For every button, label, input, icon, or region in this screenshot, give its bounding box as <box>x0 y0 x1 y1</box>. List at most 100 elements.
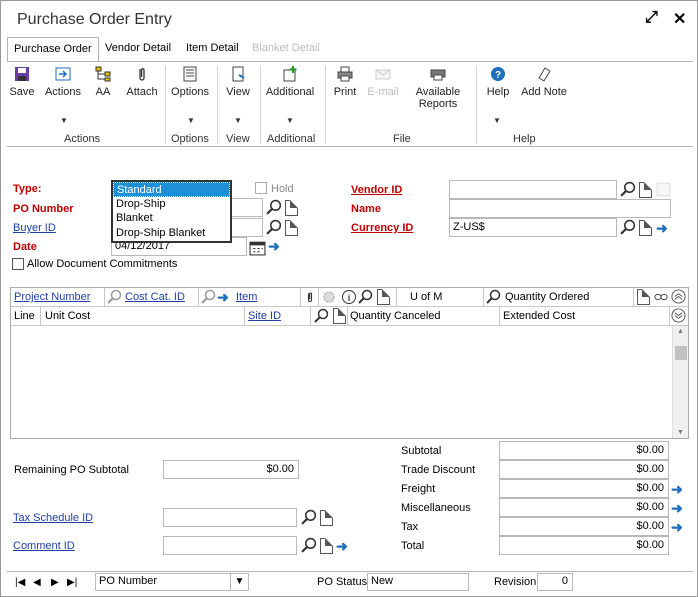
note-icon[interactable] <box>377 289 390 305</box>
vendor-name-field[interactable] <box>449 199 671 218</box>
freight-arrow-icon[interactable]: ➜ <box>671 481 687 497</box>
help-button[interactable]: ? Help <box>483 66 513 98</box>
comment-id-field[interactable] <box>163 536 297 555</box>
type-option-standard[interactable]: Standard <box>113 182 230 197</box>
lookup-icon[interactable] <box>358 289 374 305</box>
tax-schedule-id-link[interactable]: Tax Schedule ID <box>13 512 93 524</box>
note-icon[interactable] <box>285 200 298 216</box>
expand-icon[interactable]: ⤢ <box>645 9 658 27</box>
attach-button[interactable]: Attach <box>124 66 160 98</box>
options-button[interactable]: Options <box>169 66 211 98</box>
help-dropdown-icon[interactable]: ▼ <box>493 116 501 125</box>
help-icon: ? <box>491 67 505 81</box>
note-icon[interactable] <box>639 220 652 236</box>
options-icon <box>183 66 197 82</box>
trade-discount-field[interactable]: $0.00 <box>499 460 669 479</box>
buyer-id-link[interactable]: Buyer ID <box>13 222 56 234</box>
lookup-icon[interactable] <box>107 289 123 305</box>
lookup-icon[interactable] <box>301 509 318 526</box>
help-label: Help <box>486 86 510 98</box>
note-icon[interactable] <box>320 538 333 554</box>
miscellaneous-field[interactable]: $0.00 <box>499 498 669 517</box>
next-record-icon[interactable]: ▶ <box>51 577 59 588</box>
available-reports-button[interactable]: Available Reports <box>411 66 465 110</box>
tax-arrow-icon[interactable]: ➜ <box>671 519 687 535</box>
tab-vendor-detail[interactable]: Vendor Detail <box>99 37 177 62</box>
lookup-icon[interactable] <box>201 289 217 305</box>
grid-scrollbar[interactable]: ▲ ▼ <box>672 326 688 438</box>
view-button[interactable]: View <box>223 66 253 98</box>
lookup-icon[interactable] <box>486 289 502 305</box>
col-project-number[interactable]: Project Number <box>14 291 90 303</box>
lookup-icon[interactable] <box>266 199 283 216</box>
additional-button[interactable]: Additional <box>264 66 316 98</box>
last-record-icon[interactable]: ▶| <box>67 577 77 588</box>
actions-button[interactable]: Actions <box>43 66 83 98</box>
freight-field[interactable]: $0.00 <box>499 479 669 498</box>
type-option-blanket[interactable]: Blanket <box>113 211 230 226</box>
freight-label: Freight <box>401 483 436 495</box>
miscellaneous-arrow-icon[interactable]: ➜ <box>671 500 687 516</box>
cost-cat-arrow-icon[interactable]: ➜ <box>217 289 233 305</box>
scrollbar-thumb[interactable] <box>675 346 687 360</box>
type-option-drop-ship[interactable]: Drop-Ship <box>113 197 230 212</box>
first-record-icon[interactable]: |◀ <box>15 577 25 588</box>
col-item[interactable]: Item <box>236 291 257 303</box>
lookup-icon[interactable] <box>301 537 318 554</box>
scroll-down-icon[interactable]: ▼ <box>677 429 684 436</box>
save-button[interactable]: Save <box>9 66 35 98</box>
add-note-button[interactable]: Add Note <box>519 66 569 98</box>
note-icon[interactable] <box>333 308 346 324</box>
tab-purchase-order[interactable]: Purchase Order <box>7 37 99 62</box>
info-icon[interactable]: i <box>341 289 357 305</box>
link-icon[interactable] <box>653 290 669 304</box>
collapse-rows-icon[interactable] <box>671 289 686 304</box>
allow-commitments-checkbox[interactable] <box>12 258 24 270</box>
aa-button[interactable]: AA <box>93 66 113 98</box>
type-option-drop-ship-blanket[interactable]: Drop-Ship Blanket <box>113 226 230 241</box>
view-dropdown-icon[interactable]: ▼ <box>234 116 242 125</box>
print-button[interactable]: Print <box>330 66 360 98</box>
hierarchy-icon <box>95 66 111 82</box>
sort-by-select[interactable]: PO Number ▼ <box>95 573 249 591</box>
previous-record-icon[interactable]: ◀ <box>33 577 41 588</box>
lookup-icon[interactable] <box>620 219 637 236</box>
currency-id-field[interactable]: Z-US$ <box>449 218 617 237</box>
lookup-icon[interactable] <box>620 181 637 198</box>
save-label: Save <box>9 86 35 98</box>
column-divider <box>244 307 245 326</box>
comment-arrow-icon[interactable]: ➜ <box>336 538 352 554</box>
column-divider <box>633 288 634 307</box>
svg-text:?: ? <box>495 70 501 81</box>
actions-dropdown-icon[interactable]: ▼ <box>60 116 68 125</box>
close-icon[interactable]: ✕ <box>673 9 686 29</box>
tax-field[interactable]: $0.00 <box>499 517 669 536</box>
hold-checkbox[interactable] <box>255 182 267 194</box>
date-arrow-icon[interactable]: ➜ <box>268 238 284 254</box>
note-icon[interactable] <box>320 510 333 526</box>
currency-id-link[interactable]: Currency ID <box>351 222 413 234</box>
gear-icon[interactable] <box>321 289 337 305</box>
note-icon[interactable] <box>637 289 650 305</box>
note-icon[interactable] <box>285 220 298 236</box>
type-dropdown-list[interactable]: Standard Drop-Ship Blanket Drop-Ship Bla… <box>111 180 232 243</box>
scroll-up-icon[interactable]: ▲ <box>677 328 684 335</box>
lookup-icon[interactable] <box>314 308 330 324</box>
lookup-icon[interactable] <box>266 219 283 236</box>
chevron-down-icon[interactable]: ▼ <box>230 574 248 590</box>
calendar-icon[interactable] <box>249 239 266 256</box>
vendor-id-link[interactable]: Vendor ID <box>351 184 402 196</box>
tax-schedule-id-field[interactable] <box>163 508 297 527</box>
options-dropdown-icon[interactable]: ▼ <box>187 116 195 125</box>
vendor-id-field[interactable] <box>449 180 617 199</box>
col-site-id[interactable]: Site ID <box>248 310 281 322</box>
col-unit-cost: Unit Cost <box>45 310 91 322</box>
expand-rows-icon[interactable] <box>671 308 686 323</box>
currency-arrow-icon[interactable]: ➜ <box>656 220 672 236</box>
tab-item-detail[interactable]: Item Detail <box>180 37 245 62</box>
paperclip-icon[interactable] <box>304 290 316 304</box>
col-cost-cat-id[interactable]: Cost Cat. ID <box>125 291 185 303</box>
note-icon[interactable] <box>639 182 652 198</box>
comment-id-link[interactable]: Comment ID <box>13 540 75 552</box>
additional-dropdown-icon[interactable]: ▼ <box>286 116 294 125</box>
